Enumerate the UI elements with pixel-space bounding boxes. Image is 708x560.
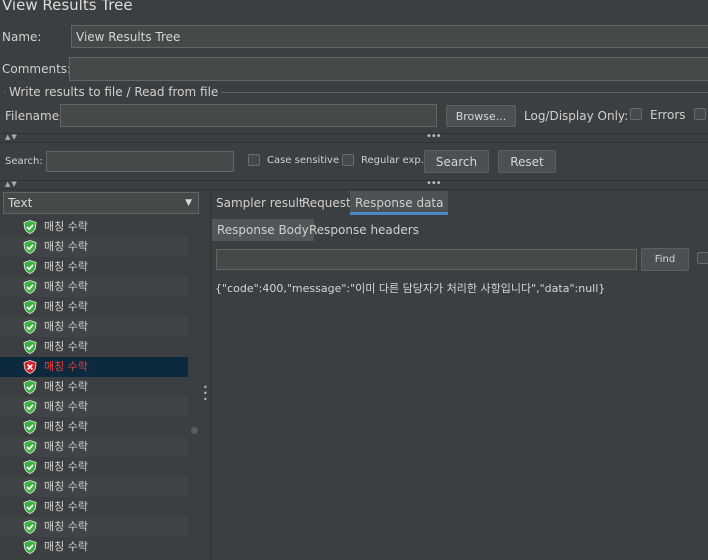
- find-option-checkbox[interactable]: [697, 252, 708, 264]
- collapse-arrows-icon[interactable]: ▲▼: [5, 133, 18, 141]
- errors-checkbox[interactable]: [630, 108, 642, 120]
- tree-item[interactable]: 매칭 수락: [0, 217, 188, 237]
- tree-item[interactable]: 매칭 수락: [0, 297, 188, 317]
- tree-item[interactable]: 매칭 수락: [0, 357, 188, 377]
- tree-item[interactable]: 매칭 수락: [0, 537, 188, 557]
- search-button[interactable]: Search: [424, 150, 489, 173]
- success-shield-icon: [23, 280, 37, 294]
- comments-label: Comments:: [2, 62, 72, 76]
- tree-item[interactable]: 매칭 수락: [0, 517, 188, 537]
- success-shield-icon: [23, 380, 37, 394]
- tree-item-label: 매칭 수락: [44, 500, 88, 513]
- result-tree[interactable]: 매칭 수락 매칭 수락 매칭 수락 매칭 수락 매칭 수락 매칭 수락 매칭 수락 매칭 수락…: [0, 217, 188, 560]
- success-shield-icon: [23, 320, 37, 334]
- response-body-text: {"code":400,"message":"이미 다른 담당자가 처리한 사항…: [215, 282, 606, 295]
- filename-field[interactable]: [60, 104, 437, 127]
- tree-item-label: 매칭 수락: [44, 300, 88, 313]
- tree-item-label: 매칭 수락: [44, 340, 88, 353]
- scrollbar-thumb[interactable]: [191, 427, 198, 434]
- collapse-arrows-icon-2[interactable]: ▲▼: [5, 180, 18, 188]
- tree-item-label: 매칭 수락: [44, 400, 88, 413]
- successes-checkbox[interactable]: [694, 108, 706, 120]
- tree-item-label: 매칭 수락: [44, 260, 88, 273]
- tree-item-label: 매칭 수락: [44, 380, 88, 393]
- success-shield-icon: [23, 400, 37, 414]
- tree-item-label: 매칭 수락: [44, 220, 88, 233]
- tree-item-label: 매칭 수락: [44, 240, 88, 253]
- drag-handle-icon[interactable]: •••: [426, 131, 442, 142]
- success-shield-icon: [23, 340, 37, 354]
- renderer-select-value: Text: [8, 196, 33, 210]
- case-sensitive-label: Case sensitive: [267, 155, 340, 166]
- errors-label: Errors: [650, 108, 686, 122]
- tree-item[interactable]: 매칭 수락: [0, 337, 188, 357]
- split-divider-top[interactable]: [0, 133, 708, 143]
- page-title: View Results Tree: [2, 0, 133, 14]
- success-shield-icon: [23, 440, 37, 454]
- tree-item[interactable]: 매칭 수락: [0, 317, 188, 337]
- file-group-title: Write results to file / Read from file: [6, 85, 222, 99]
- success-shield-icon: [23, 300, 37, 314]
- tree-item-label: 매칭 수락: [44, 320, 88, 333]
- error-shield-icon: [23, 360, 37, 374]
- renderer-select[interactable]: Text ▼: [3, 192, 199, 214]
- split-divider-middle[interactable]: [0, 180, 708, 190]
- tree-item-label: 매칭 수락: [44, 540, 88, 553]
- tree-item[interactable]: 매칭 수락: [0, 397, 188, 417]
- search-label: Search:: [5, 156, 43, 167]
- name-field[interactable]: [71, 25, 708, 48]
- tab-response-data[interactable]: Response data: [350, 191, 449, 215]
- find-button[interactable]: Find: [641, 248, 689, 271]
- success-shield-icon: [23, 420, 37, 434]
- splitter-grip-icon[interactable]: • • •: [203, 384, 208, 404]
- tree-item[interactable]: 매칭 수락: [0, 437, 188, 457]
- case-sensitive-checkbox[interactable]: [248, 154, 260, 166]
- name-label: Name:: [2, 30, 42, 44]
- drag-handle-icon-2[interactable]: •••: [426, 178, 442, 189]
- reset-button[interactable]: Reset: [498, 150, 556, 173]
- success-shield-icon: [23, 260, 37, 274]
- tree-item-label: 매칭 수락: [44, 280, 88, 293]
- regex-checkbox[interactable]: [342, 154, 354, 166]
- tab-response-headers[interactable]: Response headers: [304, 219, 424, 241]
- tree-item[interactable]: 매칭 수락: [0, 277, 188, 297]
- tree-item-label: 매칭 수락: [44, 460, 88, 473]
- tree-item[interactable]: 매칭 수락: [0, 377, 188, 397]
- success-shield-icon: [23, 240, 37, 254]
- tab-sampler-result[interactable]: Sampler result: [211, 191, 309, 215]
- tab-response-body[interactable]: Response Body: [212, 219, 314, 241]
- vertical-splitter[interactable]: [200, 190, 211, 560]
- tree-item-label: 매칭 수락: [44, 520, 88, 533]
- browse-button[interactable]: Browse...: [446, 105, 516, 127]
- tree-item[interactable]: 매칭 수락: [0, 457, 188, 477]
- success-shield-icon: [23, 460, 37, 474]
- tree-item[interactable]: 매칭 수락: [0, 257, 188, 277]
- regex-label: Regular exp.: [361, 155, 424, 166]
- tree-item-label: 매칭 수락: [44, 440, 88, 453]
- success-shield-icon: [23, 540, 37, 554]
- tree-item-label: 매칭 수락: [44, 360, 88, 373]
- tree-item[interactable]: 매칭 수락: [0, 417, 188, 437]
- success-shield-icon: [23, 520, 37, 534]
- chevron-down-icon[interactable]: ▼: [185, 193, 192, 213]
- tree-item[interactable]: 매칭 수락: [0, 497, 188, 517]
- filename-label: Filename: [5, 109, 60, 123]
- tab-request[interactable]: Request: [297, 191, 356, 215]
- tree-item[interactable]: 매칭 수락: [0, 237, 188, 257]
- search-input[interactable]: [46, 151, 234, 172]
- success-shield-icon: [23, 220, 37, 234]
- tree-item[interactable]: 매칭 수락: [0, 477, 188, 497]
- comments-field[interactable]: [69, 57, 708, 81]
- tree-item-label: 매칭 수락: [44, 420, 88, 433]
- success-shield-icon: [23, 500, 37, 514]
- log-display-label: Log/Display Only:: [524, 109, 629, 123]
- tree-item-label: 매칭 수락: [44, 480, 88, 493]
- find-input[interactable]: [216, 249, 637, 270]
- success-shield-icon: [23, 480, 37, 494]
